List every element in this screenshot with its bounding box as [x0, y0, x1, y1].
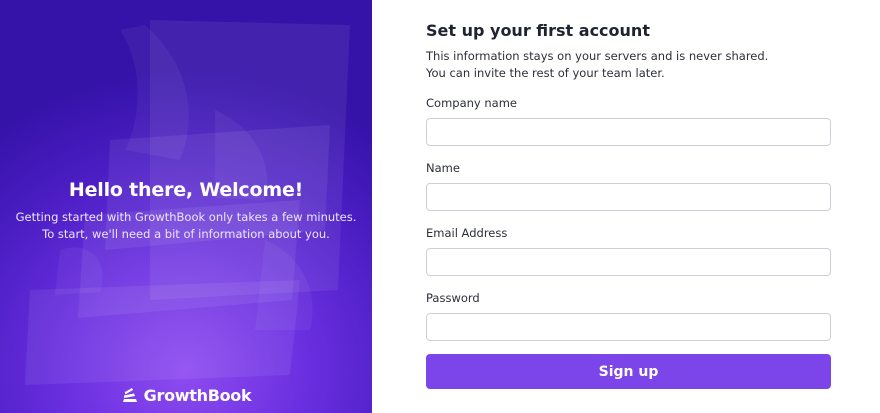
welcome-description: Getting started with GrowthBook only tak… [0, 209, 372, 243]
welcome-panel: Hello there, Welcome! Getting started wi… [0, 0, 372, 413]
name-label: Name [426, 161, 460, 175]
book-illustration [25, 20, 350, 385]
form-subtitle-line-2: You can invite the rest of your team lat… [426, 66, 665, 80]
company-name-label: Company name [426, 96, 517, 110]
welcome-line-1: Getting started with GrowthBook only tak… [15, 210, 357, 224]
email-input[interactable] [426, 248, 831, 276]
password-input[interactable] [426, 313, 831, 341]
brand-name: GrowthBook [143, 385, 252, 405]
signup-button[interactable]: Sign up [426, 354, 831, 389]
growthbook-logo-icon [122, 388, 137, 402]
signup-form-panel: Set up your first account This informati… [372, 0, 880, 413]
email-label: Email Address [426, 226, 508, 240]
company-name-input[interactable] [426, 118, 831, 146]
welcome-line-2: To start, we'll need a bit of informatio… [42, 227, 330, 241]
form-title: Set up your first account [426, 21, 650, 40]
name-input[interactable] [426, 183, 831, 211]
password-label: Password [426, 291, 480, 305]
form-subtitle: This information stays on your servers a… [426, 48, 846, 82]
welcome-title: Hello there, Welcome! [68, 179, 304, 201]
brand-logo: GrowthBook [0, 382, 372, 408]
form-subtitle-line-1: This information stays on your servers a… [426, 49, 769, 63]
